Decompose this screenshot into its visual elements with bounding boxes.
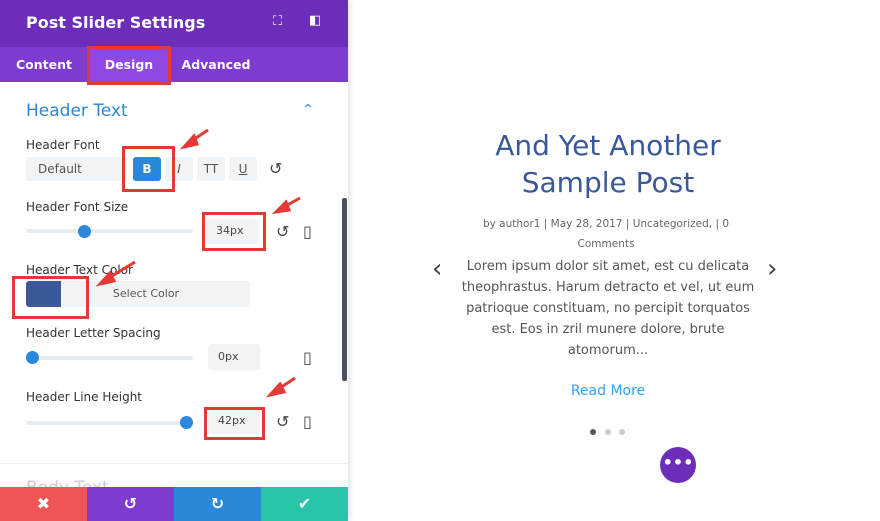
slide-title[interactable]: And Yet Another Sample Post (468, 127, 748, 201)
slider-dot[interactable] (619, 429, 625, 435)
more-options-button[interactable]: ••• (660, 447, 696, 483)
slide-meta: by author1 | May 28, 2017 | Uncategorize… (482, 218, 730, 250)
next-arrow-icon[interactable]: › (767, 254, 777, 284)
slider-dot[interactable] (605, 429, 611, 435)
slide-excerpt: Lorem ipsum dolor sit amet, est cu delic… (461, 259, 755, 358)
slider-dot-active[interactable] (590, 429, 596, 435)
prev-arrow-icon[interactable]: ‹ (432, 254, 442, 284)
ellipsis-icon: ••• (662, 453, 694, 472)
post-slider: And Yet Another Sample Post by author1 |… (348, 0, 880, 521)
annotation-arrows (95, 128, 301, 398)
read-more-link[interactable]: Read More (548, 383, 668, 399)
